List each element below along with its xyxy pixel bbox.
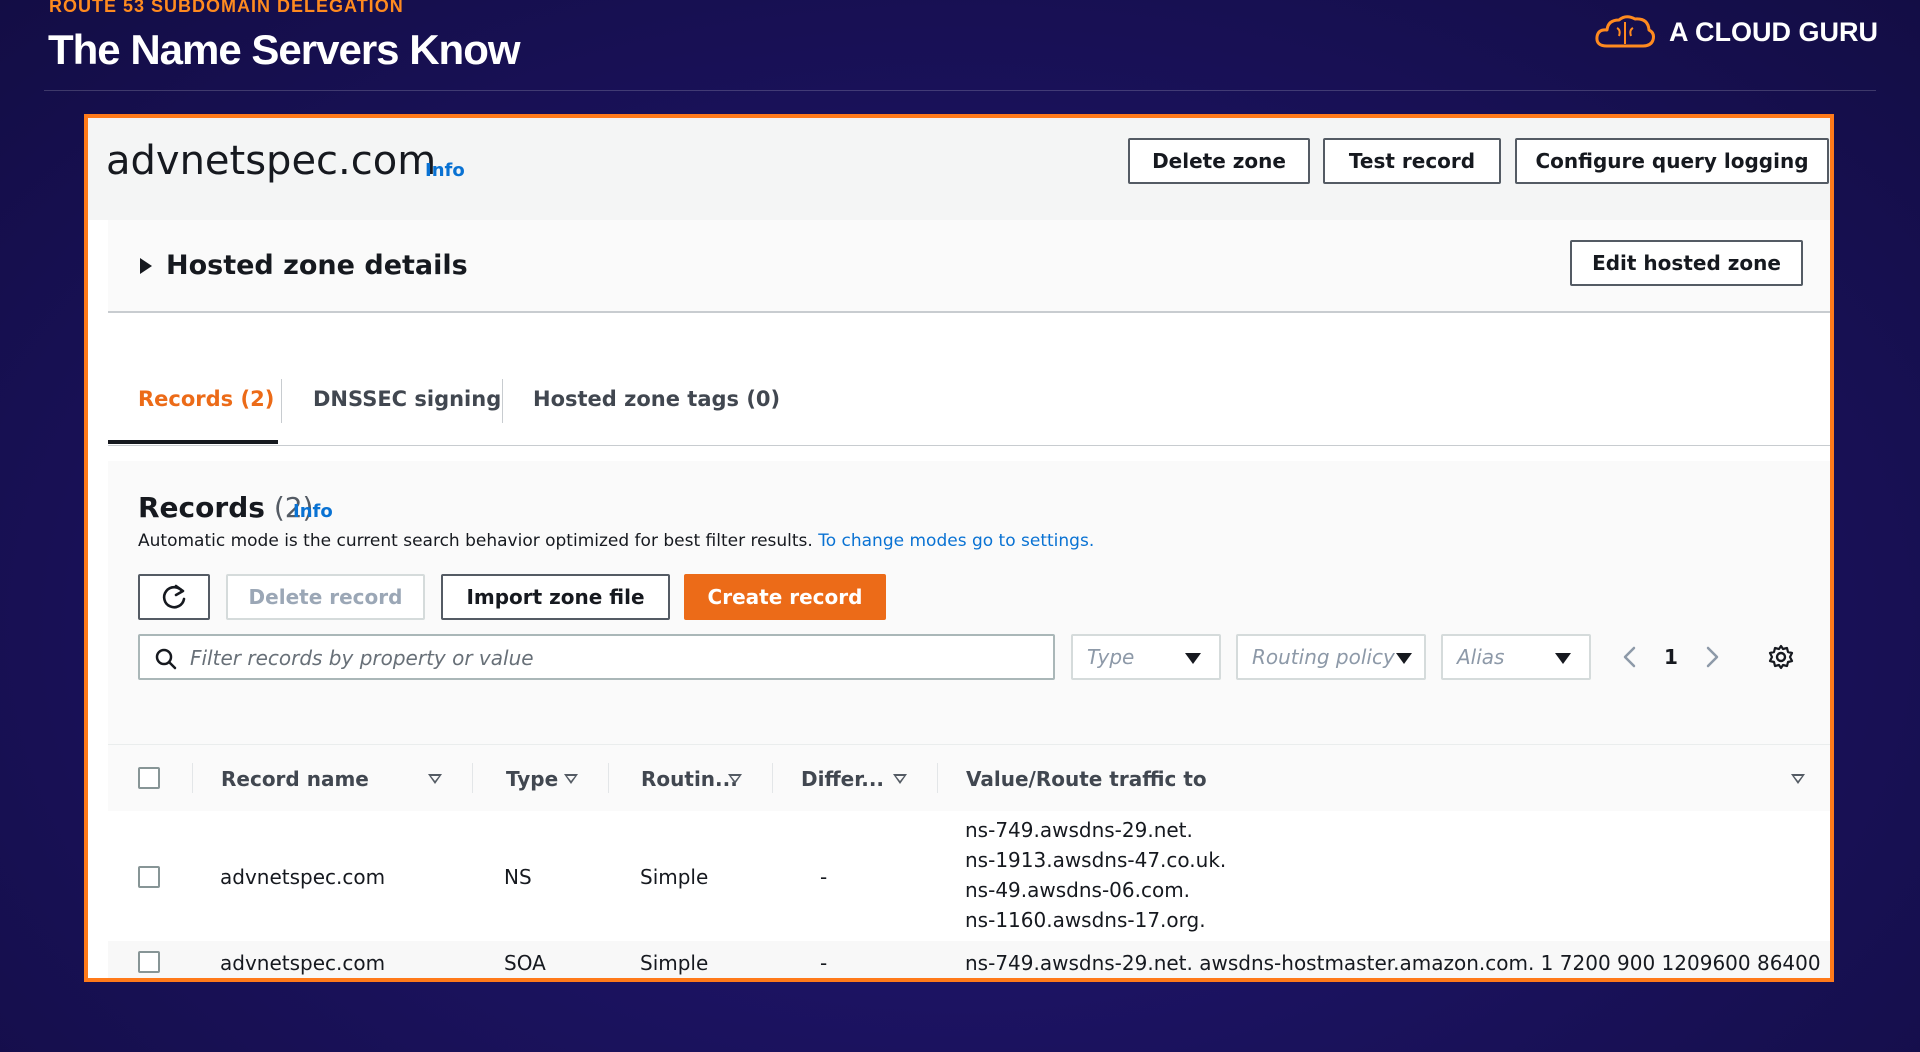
sort-icon[interactable]	[428, 774, 442, 784]
type-filter-select[interactable]: Type	[1071, 634, 1221, 680]
record-name-cell: advnetspec.com	[220, 951, 386, 975]
table-row[interactable]: advnetspec.com SOA Simple - ns-749.awsdn…	[108, 941, 1830, 978]
delete-record-button[interactable]: Delete record	[226, 574, 425, 620]
column-header-differentiator[interactable]: Differ...	[801, 767, 884, 791]
slide-kicker: ROUTE 53 SUBDOMAIN DELEGATION	[49, 0, 404, 16]
routing-policy-cell: Simple	[640, 951, 709, 975]
route53-console-panel: advnetspec.com Info Delete zone Test rec…	[84, 114, 1834, 982]
record-type-cell: NS	[504, 865, 532, 889]
alias-filter-label: Alias	[1457, 645, 1505, 669]
search-icon	[155, 648, 177, 670]
search-input[interactable]	[188, 642, 1032, 674]
slide-title: The Name Servers Know	[48, 26, 521, 73]
value-cell: ns-749.awsdns-29.net. ns-1913.awsdns-47.…	[965, 815, 1226, 935]
column-header-record-name[interactable]: Record name	[221, 767, 369, 791]
zone-info-link[interactable]: Info	[425, 160, 465, 181]
column-divider	[192, 763, 193, 793]
records-panel: Records (2) Info Automatic mode is the c…	[108, 461, 1830, 978]
current-page-number[interactable]: 1	[1664, 645, 1678, 669]
dropdown-arrow-icon	[1185, 653, 1201, 664]
settings-link[interactable]: To change modes go to settings.	[818, 531, 1094, 551]
zone-tabs: Records (2) DNSSEC signing Hosted zone t…	[108, 353, 1830, 446]
cloud-brain-icon	[1595, 15, 1655, 48]
gear-icon[interactable]	[1768, 644, 1794, 670]
pagination: 1	[1620, 634, 1722, 680]
column-divider	[472, 763, 473, 793]
records-title: Records	[138, 491, 265, 524]
chevron-left-icon[interactable]	[1620, 645, 1640, 669]
records-info-link[interactable]: Info	[293, 501, 333, 522]
dropdown-arrow-icon	[1396, 653, 1412, 664]
search-mode-description: Automatic mode is the current search beh…	[138, 531, 1094, 551]
column-divider	[608, 763, 609, 793]
sort-icon[interactable]	[893, 774, 907, 784]
refresh-button[interactable]	[138, 574, 210, 620]
expand-caret-icon[interactable]	[140, 258, 152, 274]
value-cell: ns-749.awsdns-29.net. awsdns-hostmaster.…	[965, 951, 1821, 975]
dropdown-arrow-icon	[1555, 653, 1571, 664]
active-tab-indicator	[108, 440, 278, 444]
test-record-button[interactable]: Test record	[1323, 138, 1501, 184]
brand-logo: A CLOUD GURU	[1593, 12, 1878, 52]
routing-policy-filter-label: Routing policy	[1252, 645, 1395, 669]
row-checkbox[interactable]	[138, 866, 160, 888]
records-table-header: Record name Type Routin... Differ... Val…	[108, 744, 1830, 811]
column-divider	[937, 763, 938, 793]
zone-name: advnetspec.com	[106, 138, 437, 184]
value-line: ns-1913.awsdns-47.co.uk.	[965, 848, 1227, 872]
type-filter-label: Type	[1087, 645, 1135, 669]
delete-zone-button[interactable]: Delete zone	[1128, 138, 1310, 184]
differentiator-cell: -	[820, 951, 828, 975]
zone-header: advnetspec.com Info Delete zone Test rec…	[88, 118, 1830, 220]
value-line: ns-49.awsdns-06.com.	[965, 878, 1191, 902]
record-name-cell: advnetspec.com	[220, 865, 386, 889]
differentiator-cell: -	[820, 865, 828, 889]
hosted-zone-details-toggle[interactable]: Hosted zone details	[166, 250, 468, 281]
edit-hosted-zone-button[interactable]: Edit hosted zone	[1570, 240, 1803, 286]
sort-icon[interactable]	[564, 774, 578, 784]
value-line: ns-1160.awsdns-17.org.	[965, 908, 1206, 932]
table-row[interactable]: advnetspec.com NS Simple - ns-749.awsdns…	[108, 811, 1830, 941]
configure-query-logging-button[interactable]: Configure query logging	[1515, 138, 1829, 184]
records-search-box[interactable]	[138, 634, 1055, 680]
records-heading: Records (2)	[138, 491, 313, 524]
sort-icon[interactable]	[728, 774, 742, 784]
column-header-routing-policy[interactable]: Routin...	[641, 767, 738, 791]
tab-records[interactable]: Records (2)	[138, 353, 274, 445]
create-record-button[interactable]: Create record	[684, 574, 886, 620]
chevron-right-icon[interactable]	[1702, 645, 1722, 669]
routing-policy-filter-select[interactable]: Routing policy	[1236, 634, 1426, 680]
tab-dnssec-signing[interactable]: DNSSEC signing	[313, 353, 501, 445]
header-divider	[44, 90, 1876, 91]
alias-filter-select[interactable]: Alias	[1441, 634, 1591, 680]
brand-name: A CLOUD GURU	[1669, 16, 1878, 47]
row-checkbox[interactable]	[138, 951, 160, 973]
value-line: ns-749.awsdns-29.net.	[965, 818, 1193, 842]
column-divider	[772, 763, 773, 793]
select-all-checkbox[interactable]	[138, 767, 160, 789]
column-header-type[interactable]: Type	[506, 767, 558, 791]
tab-hosted-zone-tags[interactable]: Hosted zone tags (0)	[533, 353, 780, 445]
search-mode-text: Automatic mode is the current search beh…	[138, 531, 813, 551]
tab-divider	[281, 379, 282, 423]
tab-divider	[502, 379, 503, 423]
record-type-cell: SOA	[504, 951, 546, 975]
sort-icon[interactable]	[1791, 774, 1805, 784]
import-zone-file-button[interactable]: Import zone file	[441, 574, 670, 620]
refresh-icon	[162, 584, 186, 609]
routing-policy-cell: Simple	[640, 865, 709, 889]
hosted-zone-details-panel: Hosted zone details Edit hosted zone	[108, 220, 1830, 313]
column-header-value[interactable]: Value/Route traffic to	[966, 767, 1207, 791]
